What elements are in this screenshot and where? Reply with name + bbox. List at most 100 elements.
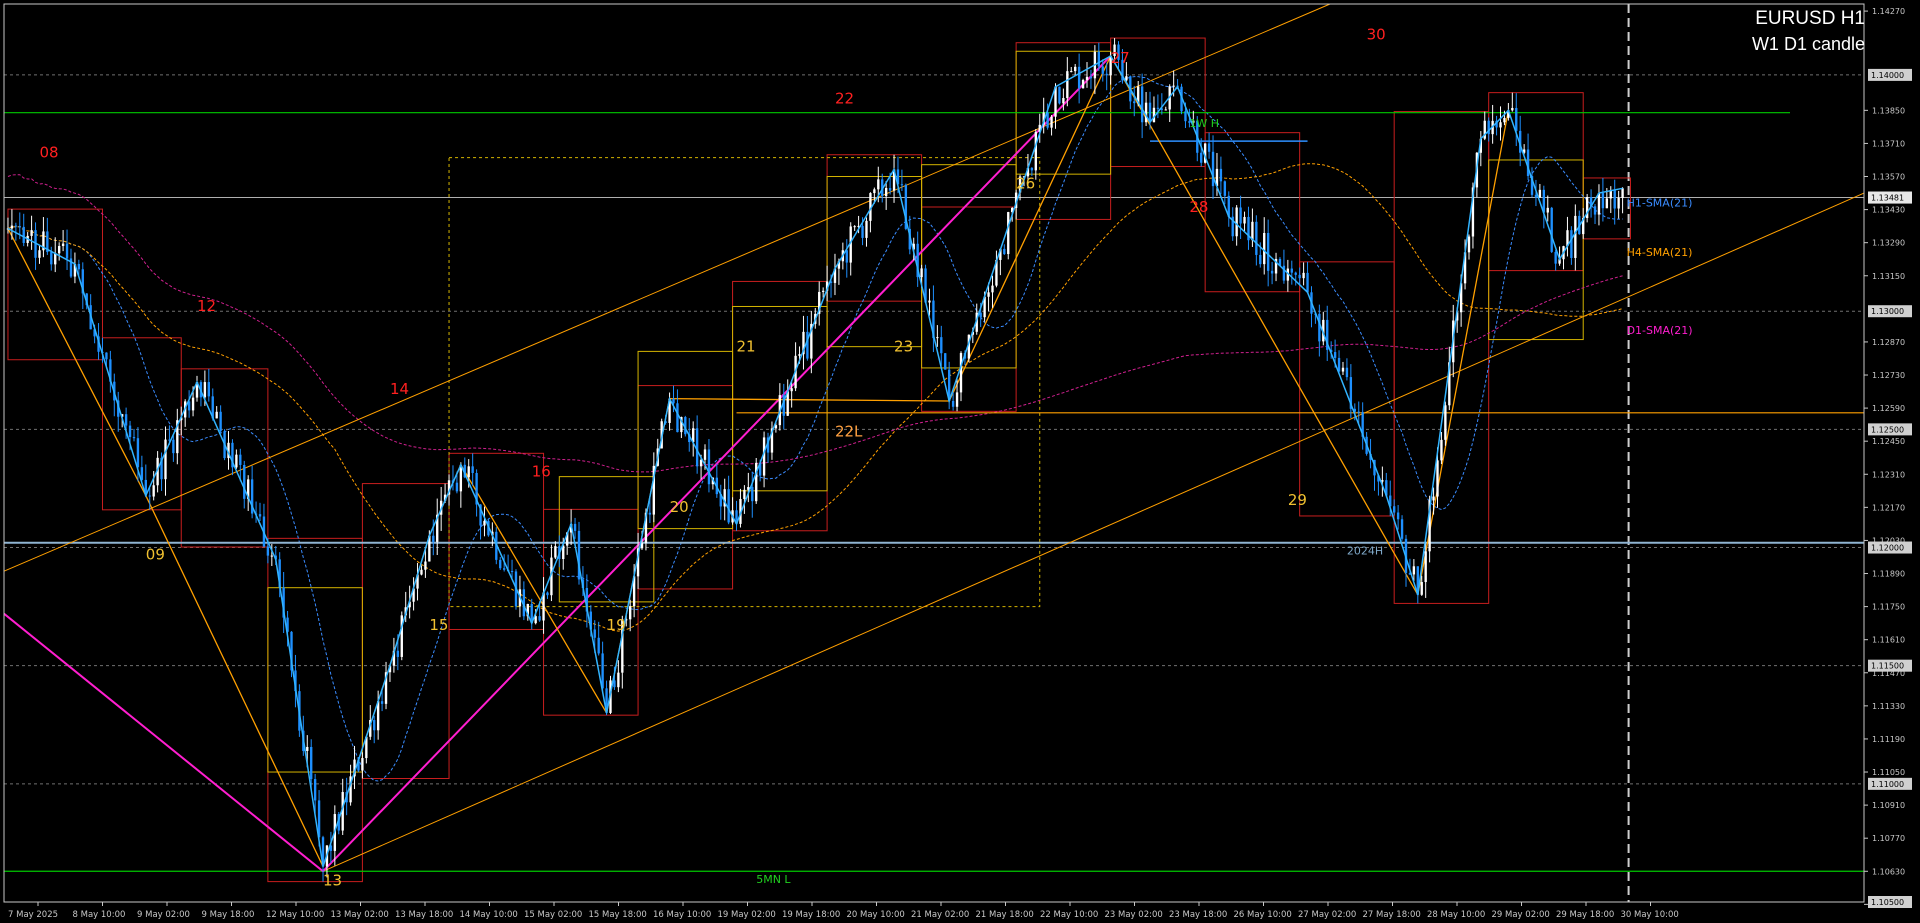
- candle-body: [1424, 551, 1427, 583]
- candle-body: [853, 226, 856, 228]
- candle-body: [105, 352, 108, 360]
- x-tick-label: 27 May 02:00: [1298, 910, 1356, 920]
- candle-body: [132, 437, 136, 439]
- ma-label: H4-SMA(21): [1627, 246, 1693, 259]
- candle-body: [873, 189, 876, 194]
- day-label: 20: [670, 498, 689, 516]
- candle-body: [61, 243, 65, 247]
- candle-body: [136, 438, 140, 468]
- candle-body: [920, 268, 923, 278]
- candle-body: [1444, 405, 1447, 440]
- candle-body: [499, 559, 502, 569]
- x-tick-label: 27 May 18:00: [1363, 910, 1421, 920]
- day-label: 08: [39, 144, 58, 162]
- candle-body: [991, 285, 994, 293]
- candle-body: [77, 263, 81, 270]
- day-label: 27: [1111, 49, 1130, 67]
- candle-body: [1263, 232, 1266, 265]
- y-tick-label: 1.11330: [1872, 702, 1905, 711]
- chart-title: EURUSD H1: [1755, 8, 1865, 29]
- candle-body: [420, 569, 423, 575]
- candle-body: [1097, 51, 1101, 67]
- candle-body: [1066, 71, 1069, 99]
- candle-body: [396, 650, 400, 657]
- candle-body: [510, 570, 514, 572]
- y-tick-label: 1.11750: [1872, 603, 1905, 612]
- candle-body: [313, 779, 317, 801]
- candle-body: [57, 246, 61, 254]
- candle-body: [955, 392, 959, 407]
- candle-body: [699, 459, 703, 467]
- x-tick-label: 19 May 18:00: [782, 910, 840, 920]
- candle-body: [207, 382, 210, 397]
- candle-body: [1333, 352, 1337, 358]
- candle-body: [648, 512, 652, 515]
- candle-body: [1613, 190, 1616, 209]
- candle-body: [1601, 193, 1605, 209]
- candle-body: [38, 250, 41, 258]
- x-tick-label: 14 May 10:00: [460, 910, 518, 920]
- candle-body: [1503, 117, 1506, 123]
- candle-body: [1172, 85, 1175, 87]
- ma-label: H1-SMA(21): [1627, 197, 1693, 210]
- y-tick-label: 1.11610: [1872, 636, 1905, 645]
- candle-body: [243, 464, 246, 499]
- day-label: 26: [1016, 174, 1035, 192]
- candle-body: [959, 353, 963, 393]
- candle-body: [1534, 194, 1538, 198]
- candle-body: [546, 592, 549, 596]
- x-tick-label: 9 May 18:00: [202, 910, 255, 920]
- y-tick-label: 1.12170: [1872, 503, 1905, 512]
- candle-body: [944, 353, 947, 370]
- candle-body: [124, 414, 128, 426]
- candle-body: [1290, 268, 1293, 273]
- candle-body: [1574, 215, 1577, 258]
- candle-body: [940, 337, 943, 354]
- candle-body: [54, 253, 57, 265]
- current-price-label: 1.13481: [1871, 194, 1904, 203]
- x-tick-label: 30 May 10:00: [1621, 910, 1679, 920]
- candle-body: [1436, 460, 1439, 497]
- price-highlight-label: 1.10500: [1871, 898, 1904, 907]
- candle-body: [30, 230, 33, 236]
- candle-body: [1003, 248, 1006, 255]
- candle-body: [554, 546, 557, 558]
- price-highlight-label: 1.11500: [1871, 662, 1904, 671]
- candle-body: [203, 382, 207, 398]
- x-tick-label: 22 May 10:00: [1040, 910, 1098, 920]
- candle-body: [987, 292, 990, 297]
- candle-body: [215, 411, 218, 419]
- candle-body: [1184, 111, 1187, 122]
- candle-body: [380, 701, 384, 704]
- candle-body: [1302, 272, 1305, 279]
- candle-body: [1207, 143, 1211, 152]
- y-tick-label: 1.11190: [1872, 735, 1905, 744]
- y-tick-label: 1.13150: [1872, 272, 1905, 281]
- candle-body: [1133, 101, 1136, 104]
- candle-body: [1546, 207, 1549, 213]
- price-highlight-label: 1.13000: [1871, 307, 1904, 316]
- x-tick-label: 23 May 18:00: [1169, 910, 1227, 920]
- candle-body: [22, 226, 25, 243]
- candle-body: [821, 290, 825, 292]
- candle-body: [148, 495, 151, 497]
- day-label: 19: [607, 616, 626, 634]
- candle-body: [1621, 188, 1624, 198]
- candle-body: [1270, 270, 1274, 274]
- y-tick-label: 1.11890: [1872, 570, 1905, 579]
- price-chart[interactable]: 08 09 12 13 14 15 16 19 20 21 22 22L 23 26 27 28 29 30 1W …: [0, 0, 1920, 923]
- candle-body: [928, 300, 931, 303]
- candle-body: [1105, 73, 1108, 76]
- candle-body: [310, 746, 313, 780]
- y-tick-label: 1.10630: [1872, 867, 1905, 876]
- candle-body: [1515, 107, 1518, 131]
- day-label: 12: [197, 297, 216, 315]
- candle-body: [1243, 216, 1246, 224]
- y-tick-label: 1.12730: [1872, 371, 1905, 380]
- candle-body: [1101, 66, 1104, 74]
- candle-body: [306, 746, 309, 751]
- candle-body: [50, 252, 53, 265]
- candle-body: [951, 401, 955, 407]
- candle-body: [164, 439, 167, 480]
- candle-body: [1318, 313, 1321, 342]
